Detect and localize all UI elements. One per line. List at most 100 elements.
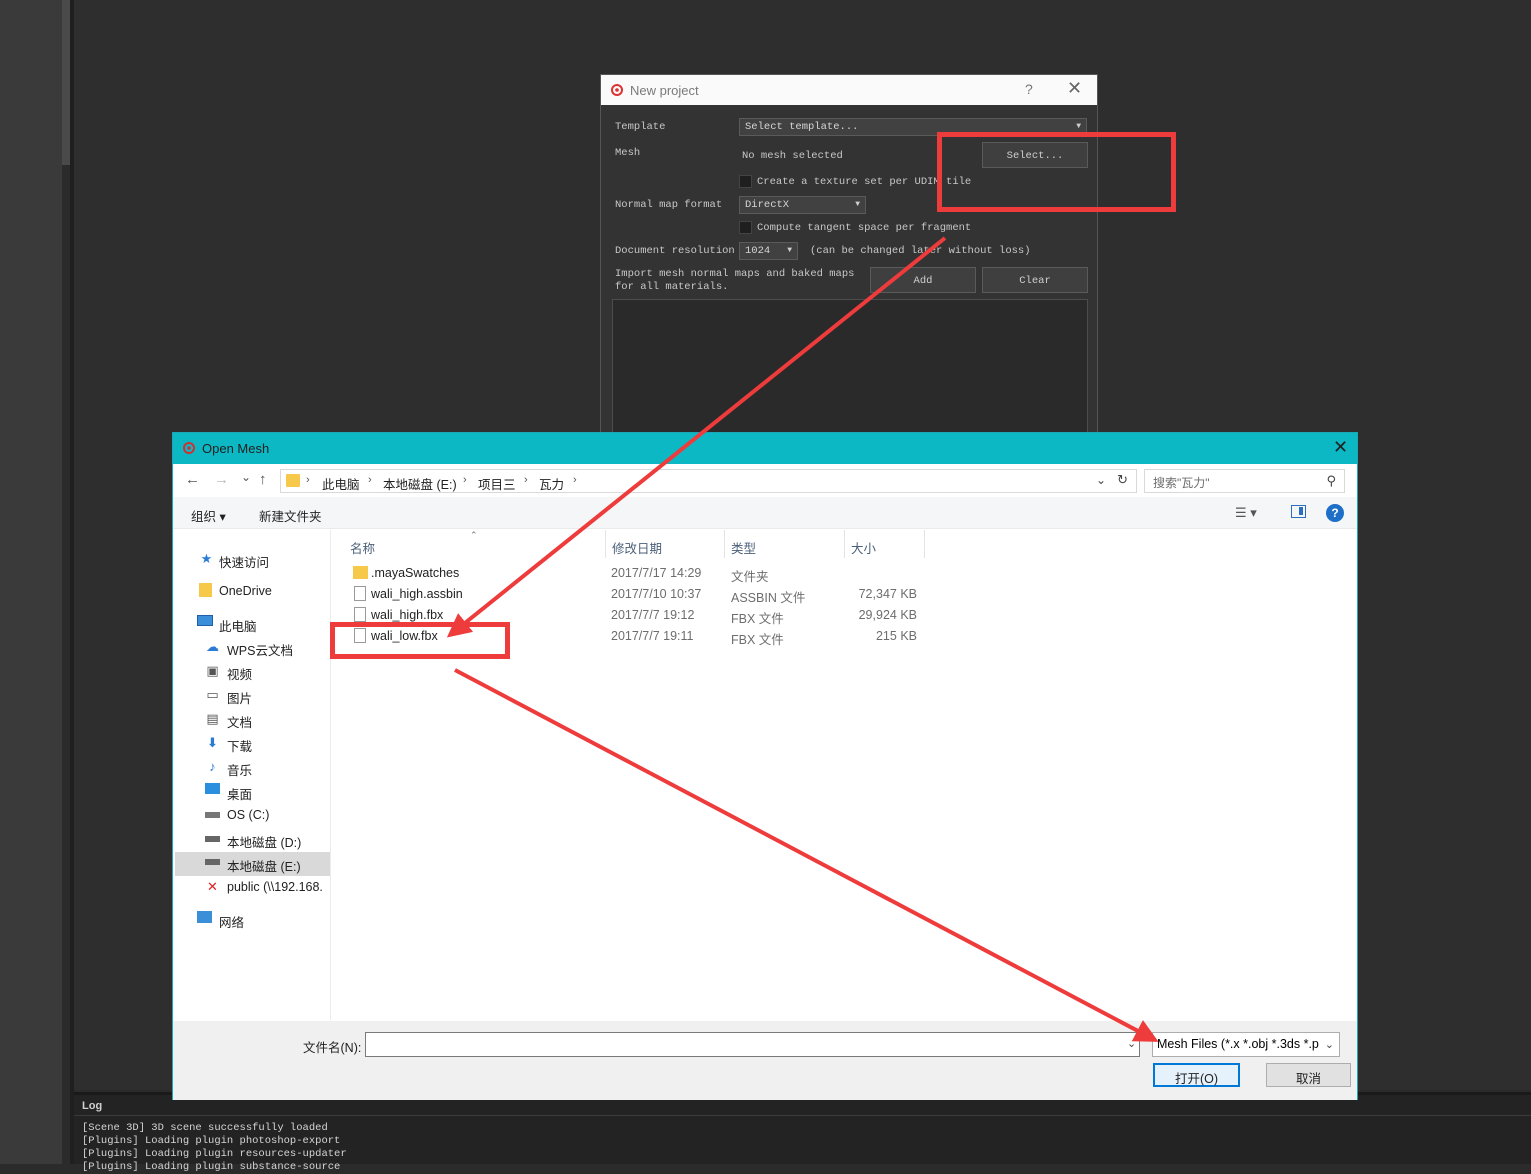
left-panel	[0, 0, 62, 1164]
recent-locations-icon[interactable]: ⌄	[241, 470, 251, 484]
clear-button[interactable]: Clear	[982, 267, 1088, 293]
left-scrollbar[interactable]	[62, 0, 70, 165]
column-divider[interactable]	[724, 530, 725, 558]
file-date: 2017/7/7 19:12	[611, 608, 695, 622]
log-lines: [Scene 3D] 3D scene successfully loaded …	[82, 1122, 347, 1173]
file-icon	[354, 586, 366, 601]
breadcrumb-item[interactable]: 此电脑	[322, 474, 360, 493]
file-type-filter[interactable]: Mesh Files (*.x *.obj *.3ds *.p ⌄	[1152, 1032, 1340, 1057]
tangent-checkbox[interactable]	[739, 221, 752, 234]
sidebar-item-label: OneDrive	[219, 584, 272, 598]
column-header-name[interactable]: 名称	[350, 538, 375, 557]
sidebar-item-label: public (\\192.168.	[227, 880, 323, 894]
sidebar-item-public[interactable]: ✕ public (\\192.168.	[203, 878, 331, 900]
new-project-titlebar[interactable]: New project ? ✕	[601, 75, 1097, 105]
breadcrumb-separator: ›	[524, 474, 528, 486]
drive-icon	[205, 859, 220, 865]
sidebar-item-label: 桌面	[227, 788, 253, 802]
sidebar-item-documents[interactable]: ▤ 文档	[203, 710, 331, 732]
help-button[interactable]: ?	[1025, 81, 1033, 97]
file-type-filter-value: Mesh Files (*.x *.obj *.3ds *.p	[1157, 1037, 1319, 1051]
sidebar-item-wps[interactable]: ☁ WPS云文档	[203, 638, 331, 660]
open-mesh-titlebar[interactable]: Open Mesh ✕	[173, 433, 1357, 464]
address-bar[interactable]: › 此电脑 › 本地磁盘 (E:) › 项目三 › 瓦力 › ⌄ ↻	[280, 469, 1137, 493]
command-bar: 组织 ▾ 新建文件夹 ☰ ▾ ?	[173, 497, 1357, 529]
udim-checkbox[interactable]	[739, 175, 752, 188]
chevron-down-icon: ⌄	[1324, 1038, 1334, 1051]
new-folder-button[interactable]: 新建文件夹	[259, 506, 322, 525]
sidebar-item-quick-access[interactable]: ★ 快速访问	[191, 550, 331, 572]
filename-input[interactable]	[365, 1032, 1140, 1057]
normal-map-select[interactable]: DirectX ▼	[739, 196, 866, 214]
sidebar-item-network[interactable]: 网络	[191, 910, 331, 932]
chevron-down-icon[interactable]: ⌄	[1096, 473, 1106, 487]
resolution-value: 1024	[745, 245, 771, 257]
normal-map-value: DirectX	[745, 199, 790, 211]
file-type: ASSBIN 文件	[731, 591, 806, 605]
file-type: FBX 文件	[731, 612, 784, 626]
sidebar-item-drive-c[interactable]: OS (C:)	[203, 806, 331, 828]
sidebar-item-this-pc[interactable]: 此电脑	[191, 614, 331, 636]
column-header-type[interactable]: 类型	[731, 538, 756, 557]
column-header-date[interactable]: 修改日期	[612, 538, 662, 557]
sidebar-item-pictures[interactable]: ▭ 图片	[203, 686, 331, 708]
log-panel: Log [Scene 3D] 3D scene successfully loa…	[74, 1092, 1531, 1173]
sidebar-item-music[interactable]: ♪ 音乐	[203, 758, 331, 780]
add-button[interactable]: Add	[870, 267, 976, 293]
template-label: Template	[615, 121, 666, 133]
column-header-size[interactable]: 大小	[851, 538, 876, 557]
breadcrumb-separator: ›	[573, 474, 577, 486]
annotation-box-select	[937, 132, 1176, 212]
desktop-icon	[205, 783, 220, 794]
breadcrumb-item[interactable]: 本地磁盘 (E:)	[383, 474, 457, 493]
dialog-footer: 文件名(N): ⌄ Mesh Files (*.x *.obj *.3ds *.…	[173, 1021, 1357, 1100]
close-button[interactable]: ✕	[1333, 437, 1348, 458]
back-arrow-icon[interactable]: ←	[185, 471, 200, 488]
chevron-down-icon[interactable]: ⌄	[1127, 1037, 1136, 1050]
video-icon: ▣	[206, 663, 219, 678]
forward-arrow-icon[interactable]: →	[214, 471, 229, 488]
file-date: 2017/7/10 10:37	[611, 587, 702, 601]
up-arrow-icon[interactable]: ↑	[259, 471, 267, 488]
refresh-icon[interactable]: ↻	[1117, 472, 1128, 488]
chevron-down-icon: ▼	[1076, 122, 1081, 131]
imported-maps-list[interactable]	[612, 299, 1088, 449]
sidebar-item-label: WPS云文档	[227, 644, 293, 658]
column-divider[interactable]	[605, 530, 606, 558]
file-type: 文件夹	[731, 570, 769, 584]
sidebar-item-downloads[interactable]: ⬇ 下载	[203, 734, 331, 756]
sidebar-item-onedrive[interactable]: OneDrive	[191, 582, 331, 604]
open-button[interactable]: 打开(O)	[1153, 1063, 1240, 1087]
close-button[interactable]: ✕	[1067, 78, 1082, 99]
preview-pane-icon[interactable]	[1291, 505, 1306, 518]
view-options-icon[interactable]: ☰ ▾	[1235, 505, 1257, 521]
normal-map-label: Normal map format	[615, 199, 723, 211]
sidebar-item-drive-e[interactable]: 本地磁盘 (E:)	[175, 852, 330, 876]
sidebar-item-desktop[interactable]: 桌面	[203, 782, 331, 804]
column-divider[interactable]	[844, 530, 845, 558]
sidebar-item-videos[interactable]: ▣ 视频	[203, 662, 331, 684]
log-title: Log	[82, 1100, 103, 1112]
file-name: wali_high.assbin	[371, 587, 463, 601]
file-size: 29,924 KB	[858, 608, 917, 622]
sidebar-item-label: 快速访问	[219, 556, 270, 570]
column-divider[interactable]	[924, 530, 925, 558]
file-row[interactable]: .mayaSwatches 2017/7/17 14:29 文件夹	[350, 563, 1250, 584]
sidebar-item-drive-d[interactable]: 本地磁盘 (D:)	[203, 830, 331, 852]
column-header-row: ⌃ 名称 修改日期 类型 大小	[332, 530, 932, 558]
search-input[interactable]: 搜索"瓦力" ⚲	[1144, 469, 1345, 493]
template-value: Select template...	[745, 121, 859, 133]
resolution-select[interactable]: 1024 ▼	[739, 242, 798, 260]
cloud-icon: ☁	[206, 639, 219, 654]
file-row[interactable]: wali_high.assbin 2017/7/10 10:37 ASSBIN …	[350, 584, 1250, 605]
file-date: 2017/7/17 14:29	[611, 566, 702, 580]
star-icon: ★	[200, 551, 213, 566]
sidebar-item-label: 此电脑	[219, 620, 257, 634]
breadcrumb-item[interactable]: 项目三	[478, 474, 516, 493]
open-mesh-title: Open Mesh	[202, 441, 270, 456]
search-icon[interactable]: ⚲	[1326, 473, 1336, 489]
cancel-button[interactable]: 取消	[1266, 1063, 1351, 1087]
breadcrumb-item[interactable]: 瓦力	[539, 474, 564, 493]
organize-menu[interactable]: 组织 ▾	[191, 506, 226, 525]
help-icon[interactable]: ?	[1326, 504, 1344, 522]
